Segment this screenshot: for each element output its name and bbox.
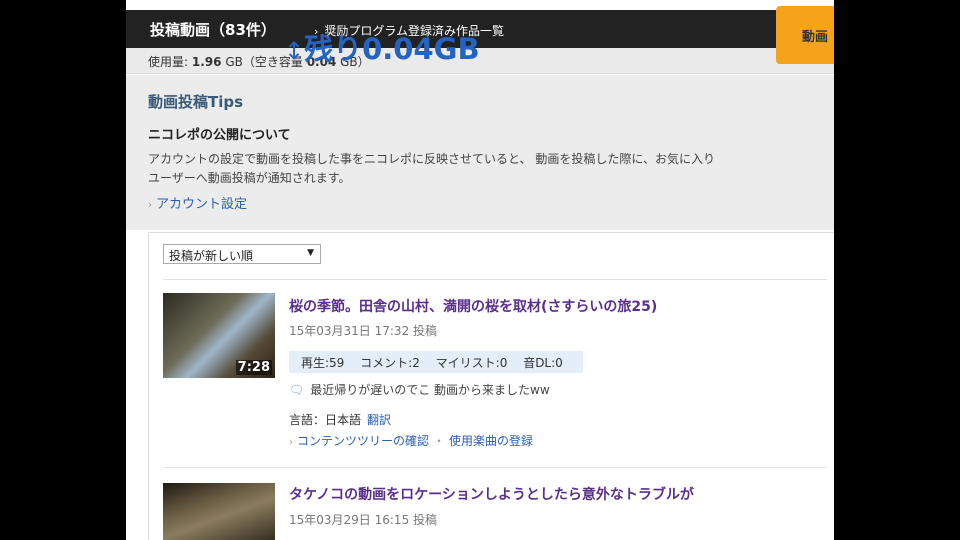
up-down-arrow-icon: ↕ xyxy=(284,37,305,65)
page: 投稿動画（83件） › 奨励プログラム登録済み作品一覧 動画 使用量: 1.96 … xyxy=(126,0,834,540)
sort-select[interactable]: 投稿が新しい順 ▼ xyxy=(163,244,321,264)
usage-used: 1.96 xyxy=(191,55,222,69)
translate-link[interactable]: 翻訳 xyxy=(367,413,391,427)
video-thumbnail[interactable] xyxy=(163,483,275,540)
tips-body-line1: アカウントの設定で動画を投稿した事をニコレポに反映させていると、 動画を投稿した… xyxy=(148,152,715,166)
link-arrow-icon: › xyxy=(148,200,152,211)
video-title-link[interactable]: タケノコの動画をロケーションしようとしたら意外なトラブルが xyxy=(289,484,694,504)
usage-label: 使用量: xyxy=(148,55,189,69)
account-settings-link[interactable]: › アカウント設定 xyxy=(148,193,247,212)
link-arrow-icon: › xyxy=(289,437,293,448)
sort-selected-value: 投稿が新しい順 xyxy=(169,249,254,263)
upload-video-button[interactable]: 動画 xyxy=(776,6,834,64)
account-settings-label[interactable]: アカウント設定 xyxy=(156,197,247,212)
language-label: 言語：日本語 xyxy=(289,413,362,427)
video-title-link[interactable]: 桜の季節。田舎の山村、満開の桜を取材(さすらいの旅25) xyxy=(289,296,657,316)
tips-title: 動画投稿Tips xyxy=(148,93,244,111)
video-thumbnail[interactable]: 7:28 xyxy=(163,293,275,378)
stat-plays: 再生:59 xyxy=(301,356,345,370)
video-date: 15年03月29日 16:15 投稿 xyxy=(289,513,438,527)
chevron-down-icon: ▼ xyxy=(307,248,314,258)
video-stats: 再生:59 コメント:2 マイリスト:0 音DL:0 xyxy=(289,351,583,373)
stat-comments: コメント:2 xyxy=(360,356,420,370)
video-links: › コンテンツツリーの確認・使用楽曲の登録 xyxy=(289,432,533,449)
language-row: 言語：日本語 翻訳 xyxy=(289,411,391,428)
tips-body-line2: ユーザーへ動画投稿が通知されます。 xyxy=(148,171,351,185)
comment-bubble-icon: 🗨 xyxy=(289,383,305,397)
overlay-text: 残り0.04GB xyxy=(304,32,480,66)
link-separator: ・ xyxy=(433,434,446,448)
divider xyxy=(163,279,827,280)
stat-audio-dl: 音DL:0 xyxy=(523,356,563,370)
latest-comment: 🗨 最近帰りが遅いのでこ 動画から来ましたww xyxy=(289,381,550,398)
comment-text: 最近帰りが遅いのでこ 動画から来ましたww xyxy=(310,383,550,397)
storage-usage: 使用量: 1.96 GB（空き容量 0.04 GB） xyxy=(126,48,834,74)
video-date: 15年03月31日 17:32 投稿 xyxy=(289,324,438,338)
remaining-capacity-overlay: ↕残り0.04GB xyxy=(284,26,480,68)
video-list: 投稿が新しい順 ▼ 7:28 桜の季節。田舎の山村、満開の桜を取材(さすらいの旅… xyxy=(148,232,834,540)
header-bar: 投稿動画（83件） › 奨励プログラム登録済み作品一覧 xyxy=(126,10,834,48)
stat-mylist: マイリスト:0 xyxy=(435,356,508,370)
usage-unit: GB xyxy=(225,55,243,69)
music-register-link[interactable]: 使用楽曲の登録 xyxy=(449,434,533,448)
content-tree-link[interactable]: コンテンツツリーの確認 xyxy=(297,434,429,448)
tips-body: アカウントの設定で動画を投稿した事をニコレポに反映させていると、 動画を投稿した… xyxy=(148,150,834,188)
tips-panel: 動画投稿Tips ニコレポの公開について アカウントの設定で動画を投稿した事をニ… xyxy=(126,75,834,230)
page-title: 投稿動画（83件） xyxy=(150,21,276,39)
divider xyxy=(163,467,827,468)
video-duration: 7:28 xyxy=(235,360,272,375)
tips-subtitle: ニコレポの公開について xyxy=(148,128,291,143)
